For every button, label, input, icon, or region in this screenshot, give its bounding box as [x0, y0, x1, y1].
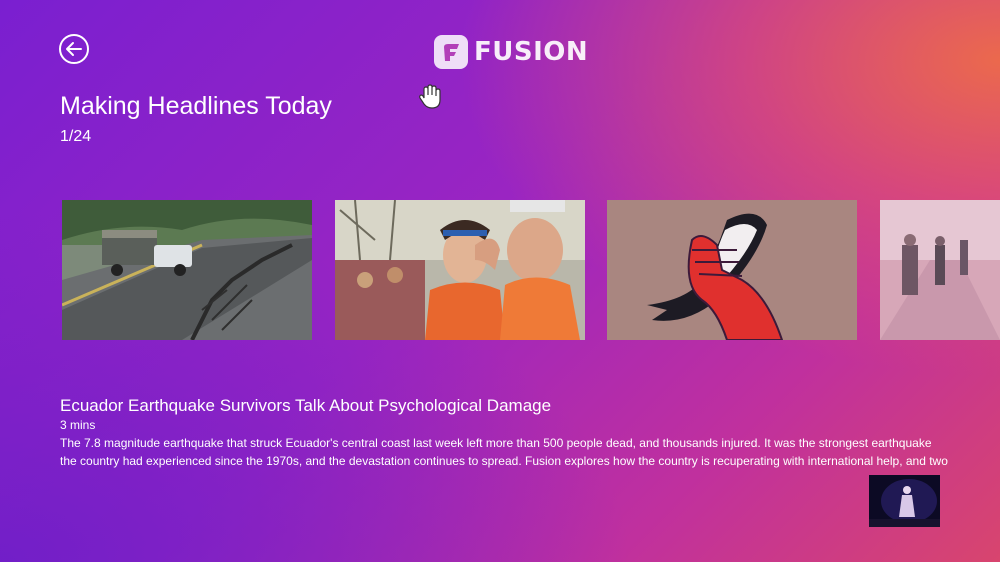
orca-illustration-thumbnail — [607, 200, 857, 340]
earthquake-road-thumbnail — [62, 200, 312, 340]
section-title: Making Headlines Today — [60, 92, 332, 120]
runners-thumbnail — [335, 200, 585, 340]
video-preview-image — [869, 475, 940, 527]
logo-text: FUSION — [474, 37, 589, 67]
hallway-thumbnail — [880, 200, 1000, 340]
arrow-left-icon — [66, 42, 82, 56]
picture-in-picture-player[interactable] — [869, 475, 940, 527]
carousel-item-illustration[interactable] — [607, 200, 857, 340]
carousel-item-hallway[interactable] — [880, 200, 1000, 340]
fusion-logo: FUSION — [434, 34, 588, 70]
carousel-item-runners[interactable] — [335, 200, 585, 340]
video-title: Ecuador Earthquake Survivors Talk About … — [60, 396, 552, 415]
carousel-item-earthquake[interactable] — [62, 200, 312, 340]
item-counter: 1/24 — [60, 128, 92, 145]
video-description: The 7.8 magnitude earthquake that struck… — [60, 436, 948, 468]
fusion-logo-mark-icon — [434, 35, 468, 69]
hand-cursor-icon — [419, 84, 441, 109]
back-button[interactable] — [59, 34, 89, 64]
video-duration: 3 mins — [60, 418, 96, 432]
